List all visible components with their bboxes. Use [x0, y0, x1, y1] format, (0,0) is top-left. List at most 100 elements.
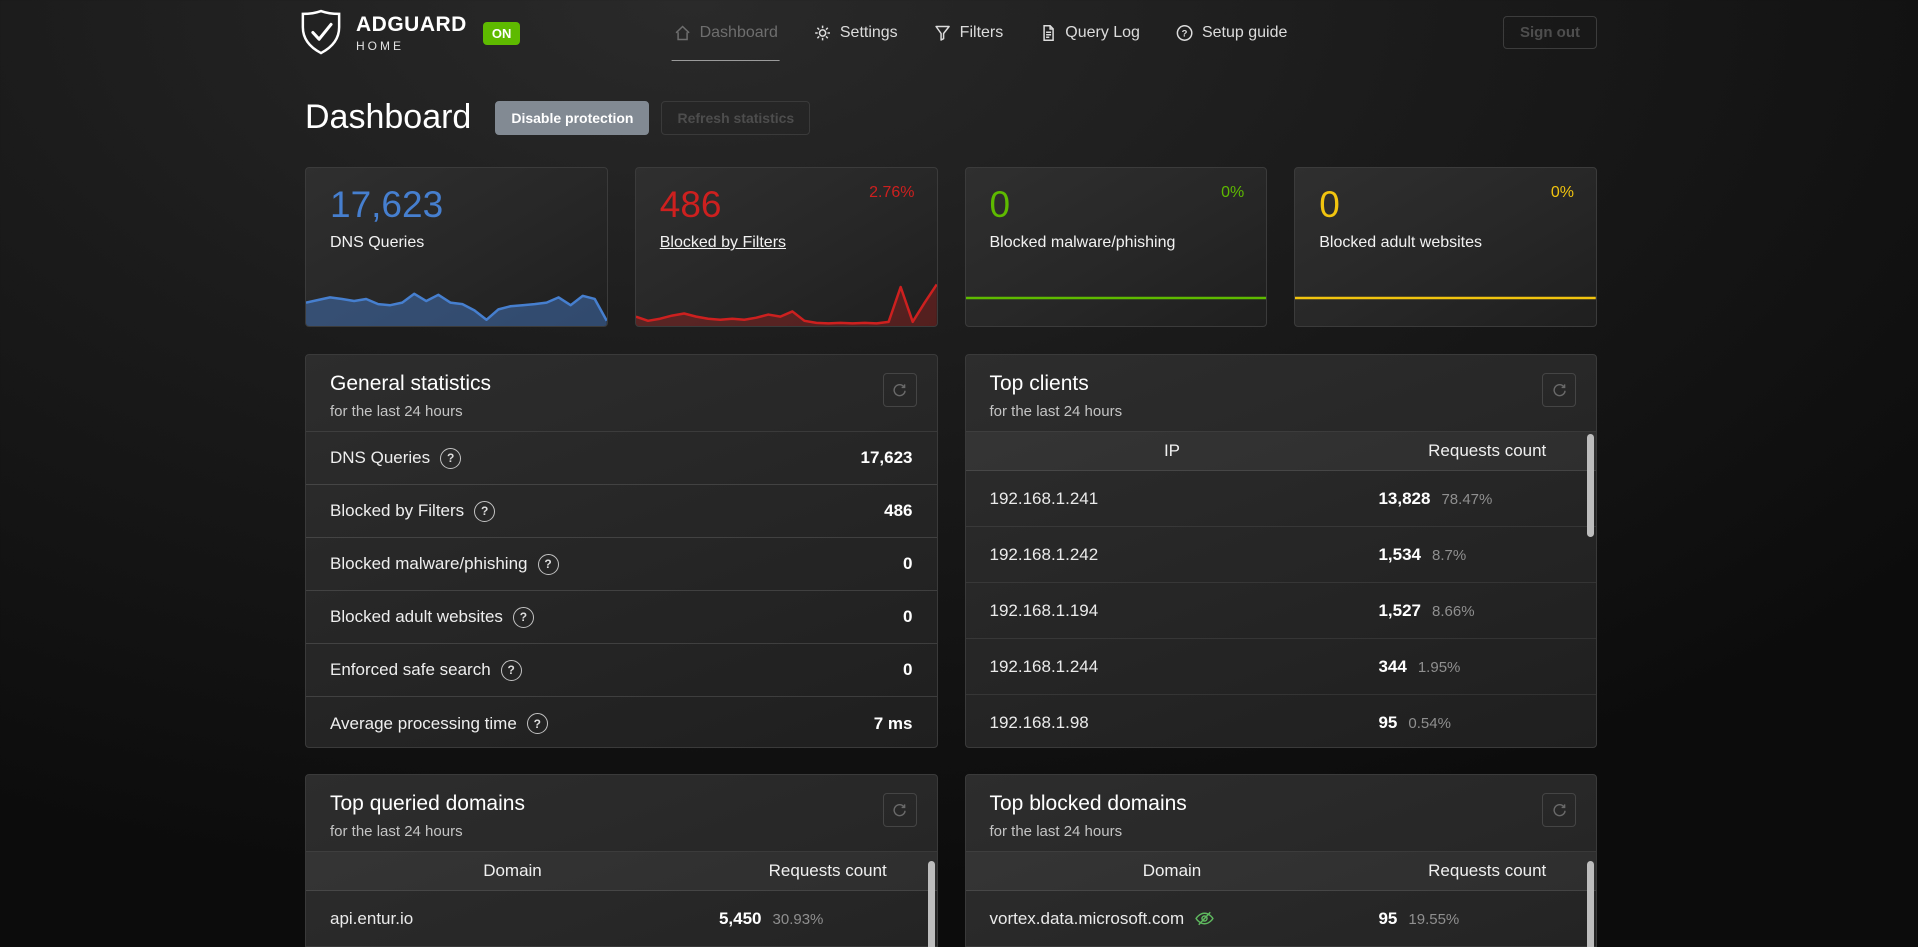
nav-item-dashboard[interactable]: Dashboard — [671, 24, 781, 61]
scrollbar-thumb[interactable] — [927, 861, 935, 947]
refresh-button[interactable] — [1542, 373, 1576, 407]
blocked-filters-percent: 2.76% — [869, 184, 915, 201]
scrollbar-thumb[interactable] — [1587, 434, 1594, 537]
panel-subtitle: for the last 24 hours — [330, 403, 463, 420]
refresh-button[interactable] — [882, 793, 917, 827]
panel-subtitle: for the last 24 hours — [330, 823, 463, 840]
nav-item-label: Settings — [839, 24, 898, 41]
help-circle-icon[interactable]: ? — [512, 606, 534, 628]
refresh-icon — [1552, 383, 1566, 396]
column-header-requests[interactable]: Requests count — [1378, 861, 1596, 881]
svg-text:?: ? — [1182, 28, 1188, 39]
column-header-requests[interactable]: Requests count — [1378, 441, 1596, 461]
refresh-icon — [893, 383, 906, 396]
blocked-filters-link[interactable]: Blocked by Filters — [660, 234, 786, 252]
client-ip: 192.168.1.244 — [989, 656, 1099, 676]
blocked-adult-label: Blocked adult websites — [1319, 234, 1483, 251]
disable-protection-button[interactable]: Disable protection — [495, 100, 650, 135]
brand-product: HOME — [356, 39, 404, 53]
panel-title: Top blocked domains — [989, 792, 1187, 815]
help-circle-icon[interactable]: ? — [474, 500, 496, 522]
stat-value: 486 — [884, 501, 913, 520]
brand-name: ADGUARD — [356, 13, 467, 36]
column-header-domain[interactable]: Domain — [306, 861, 719, 881]
refresh-statistics-button[interactable]: Refresh statistics — [661, 100, 811, 135]
sign-out-button[interactable]: Sign out — [1503, 16, 1597, 49]
stat-row: Enforced safe search? 0 — [306, 644, 937, 697]
protection-status-badge: ON — [482, 21, 521, 45]
help-circle-icon[interactable]: ? — [526, 713, 548, 734]
stat-row: Blocked by Filters? 486 — [306, 485, 937, 538]
card-blocked-by-filters: 486 2.76% Blocked by Filters — [634, 167, 938, 327]
help-icon: ? — [1177, 25, 1193, 41]
help-circle-icon[interactable]: ? — [440, 447, 462, 469]
filter-icon — [935, 25, 950, 41]
table-row: vortex.data.microsoft.com 95 19.55% — [965, 891, 1596, 947]
top-clients-panel: Top clients for the last 24 hours IP Req… — [964, 354, 1597, 748]
blocked-adult-percent: 0% — [1550, 184, 1574, 201]
panel-subtitle: for the last 24 hours — [989, 823, 1123, 840]
table-row: 192.168.1.244 344 1.95% — [965, 639, 1596, 695]
nav-item-query-log[interactable]: Query Log — [1039, 24, 1140, 42]
shield-check-icon — [300, 9, 342, 57]
refresh-button[interactable] — [882, 373, 917, 407]
client-ip: 192.168.1.194 — [989, 600, 1099, 620]
requests-percent: 19.55% — [1408, 910, 1460, 928]
card-dns-queries: 17,623 DNS Queries — [305, 167, 608, 327]
page-title: Dashboard — [305, 98, 472, 136]
stat-value: 7 ms — [873, 713, 913, 733]
dns-queries-sparkline — [306, 274, 607, 326]
refresh-button[interactable] — [1542, 793, 1576, 827]
requests-count: 95 — [1378, 908, 1398, 928]
help-circle-icon[interactable]: ? — [500, 659, 522, 681]
requests-count: 5,450 — [718, 908, 762, 928]
nav-item-settings[interactable]: Settings — [814, 24, 898, 42]
blocked-filters-sparkline — [635, 274, 937, 326]
stat-label: DNS Queries — [330, 448, 431, 467]
column-header-ip[interactable]: IP — [966, 441, 1379, 461]
panel-title: Top queried domains — [330, 792, 525, 815]
blocked-malware-percent: 0% — [1221, 184, 1245, 201]
stat-value: 17,623 — [860, 448, 913, 467]
panel-subtitle: for the last 24 hours — [989, 403, 1123, 420]
blocked-malware-label: Blocked malware/phishing — [989, 234, 1176, 251]
requests-percent: 1.95% — [1417, 658, 1461, 676]
dns-queries-label: DNS Queries — [330, 234, 425, 251]
stat-row: Blocked adult websites? 0 — [306, 591, 937, 644]
stat-label: Blocked by Filters — [330, 501, 465, 520]
stat-label: Enforced safe search — [330, 660, 491, 679]
blocked-adult-sparkline — [1295, 274, 1596, 326]
card-blocked-adult: 0 0% Blocked adult websites — [1294, 167, 1597, 327]
nav-item-setup-guide[interactable]: ? Setup guide — [1176, 24, 1287, 42]
adguard-logo[interactable]: ADGUARD HOME ON — [300, 9, 521, 57]
general-statistics-panel: General statistics for the last 24 hours… — [305, 354, 938, 748]
blocked-malware-value: 0 — [989, 184, 1011, 225]
navbar: ADGUARD HOME ON Dashboard Settings Filte… — [0, 0, 1918, 66]
blocked-adult-value: 0 — [1319, 184, 1340, 225]
stat-label: Average processing time — [330, 713, 517, 733]
nav-item-label: Query Log — [1065, 24, 1140, 41]
stat-value: 0 — [903, 660, 913, 679]
top-blocked-domains-panel: Top blocked domains for the last 24 hour… — [964, 774, 1597, 947]
requests-count: 1,534 — [1378, 544, 1422, 564]
stat-label: Blocked adult websites — [330, 607, 503, 626]
table-header: Domain Requests count — [965, 852, 1596, 891]
document-icon — [1042, 25, 1054, 41]
requests-percent: 8.66% — [1432, 602, 1475, 620]
requests-count: 95 — [1378, 712, 1398, 732]
panel-title: General statistics — [330, 372, 492, 395]
column-header-domain[interactable]: Domain — [966, 861, 1379, 881]
blocked-filters-value: 486 — [659, 184, 722, 225]
gear-icon — [815, 25, 831, 41]
domain-name: vortex.data.microsoft.com — [989, 908, 1185, 928]
nav-item-filters[interactable]: Filters — [934, 24, 1003, 42]
help-circle-icon[interactable]: ? — [537, 553, 559, 575]
scrollbar-thumb[interactable] — [1587, 861, 1594, 947]
stat-label: Blocked malware/phishing — [330, 554, 528, 573]
dns-queries-value: 17,623 — [330, 184, 444, 225]
column-header-requests[interactable]: Requests count — [719, 861, 937, 881]
eye-off-icon — [1195, 911, 1214, 926]
table-row: 192.168.1.98 95 0.54% — [966, 695, 1597, 747]
summary-cards: 17,623 DNS Queries 486 2.76% Blocked by … — [305, 167, 1597, 327]
domain-name: api.entur.io — [330, 908, 414, 928]
